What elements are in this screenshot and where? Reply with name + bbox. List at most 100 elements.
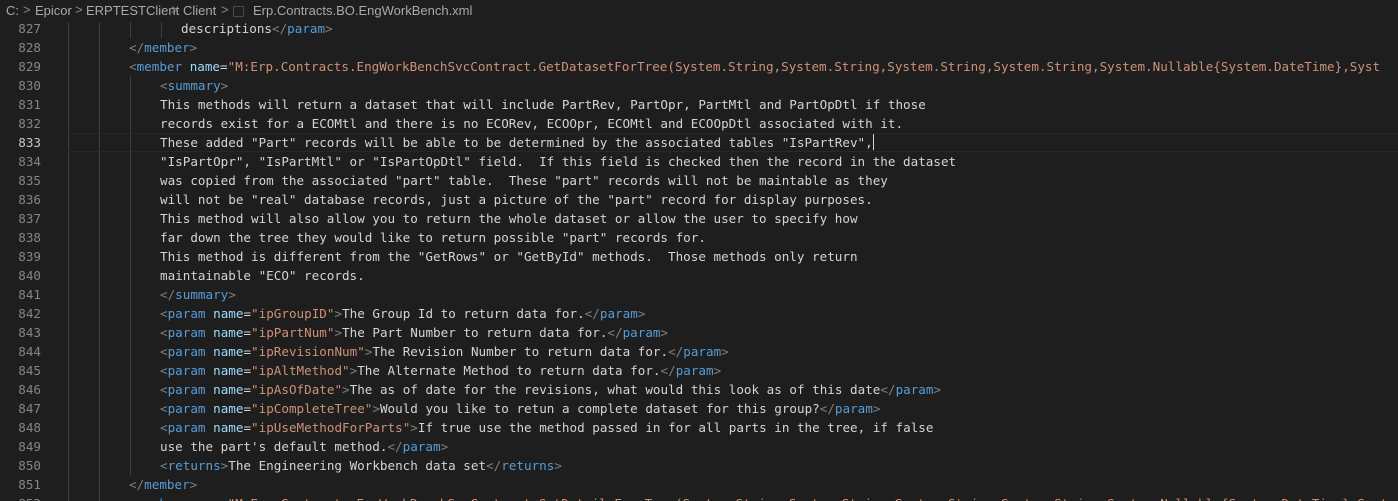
indent-guide <box>130 437 131 456</box>
token-punc: > <box>721 344 729 359</box>
token-tag: returns <box>167 458 221 473</box>
line-number: 851 <box>18 477 41 492</box>
token-attr: name <box>213 363 244 378</box>
token-punc: < <box>129 496 137 501</box>
code-line[interactable]: 835 was copied from the associated "part"… <box>0 171 1398 190</box>
chevron-right-icon: > <box>75 2 83 17</box>
token-punc: </ <box>584 306 600 321</box>
code-line[interactable]: 851 </member> <box>0 475 1398 494</box>
code-line[interactable]: 831 This methods will return a dataset th… <box>0 95 1398 114</box>
code-line[interactable]: 829 <member name="M:Erp.Contracts.EngWork… <box>0 57 1398 76</box>
code-text: <param name="ipGroupID">The Group Id to … <box>160 304 645 323</box>
breadcrumb-item-epicor[interactable]: Epicor <box>35 3 72 18</box>
token-punc: > <box>372 401 380 416</box>
code-text: </member> <box>129 38 197 57</box>
indent-guide <box>99 190 100 209</box>
code-line[interactable]: 850 <returns>The Engineering Workbench da… <box>0 456 1398 475</box>
indent-guide <box>130 418 131 437</box>
line-number: 847 <box>18 401 41 416</box>
code-line[interactable]: 849 use the part's default method.</param… <box>0 437 1398 456</box>
token-punc: > <box>872 401 881 416</box>
code-line[interactable]: 842 <param name="ipGroupID">The Group Id … <box>0 304 1398 323</box>
breadcrumb-item-file[interactable]: Erp.Contracts.BO.EngWorkBench.xml <box>253 3 472 18</box>
code-text: "IsPartOpr", "IsPartMtl" or "IsPartOpDtl… <box>160 152 956 171</box>
token-punc: > <box>342 382 350 397</box>
token-punc: > <box>334 306 343 321</box>
code-text: <member name="M:Erp.Contracts.EngWorkBen… <box>129 494 1388 501</box>
code-line[interactable]: 838 far down the tree they would like to … <box>0 228 1398 247</box>
indent-guide <box>99 494 100 501</box>
indent-guide <box>99 456 100 475</box>
code-line[interactable]: 837 This method will also allow you to re… <box>0 209 1398 228</box>
code-line[interactable]: 843 <param name="ipPartNum">The Part Numb… <box>0 323 1398 342</box>
breadcrumb-item-drive[interactable]: C: <box>6 3 19 18</box>
code-line[interactable]: 833 These added "Part" records will be ab… <box>0 133 1398 152</box>
code-line[interactable]: 839 This method is different from the "Ge… <box>0 247 1398 266</box>
line-number: 829 <box>18 59 41 74</box>
token-txt: This method will also allow you to retur… <box>160 211 858 226</box>
code-text: was copied from the associated "part" ta… <box>160 171 888 190</box>
code-line[interactable]: 852 <member name="M:Erp.Contracts.EngWork… <box>0 494 1398 501</box>
indent-guide <box>68 209 69 228</box>
indent-guide <box>68 323 69 342</box>
code-line[interactable]: 841 </summary> <box>0 285 1398 304</box>
token-txt: = <box>243 363 252 378</box>
code-text: This method will also allow you to retur… <box>160 209 858 228</box>
token-txt: far down the tree they would like to ret… <box>160 230 706 245</box>
indent-guide <box>130 76 131 95</box>
token-tag: param <box>167 363 206 378</box>
breadcrumb-item-client[interactable]: Client <box>183 3 216 18</box>
token-punc: </ <box>129 477 145 492</box>
token-punc: < <box>160 306 168 321</box>
code-text: This method is different from the "GetRo… <box>160 247 858 266</box>
token-punc: </ <box>607 325 623 340</box>
token-attr: name <box>189 59 221 74</box>
token-txt: = <box>243 401 252 416</box>
code-line[interactable]: 834 "IsPartOpr", "IsPartMtl" or "IsPartOp… <box>0 152 1398 171</box>
indent-guide <box>68 114 69 133</box>
line-number: 848 <box>18 420 41 435</box>
indent-guide <box>130 380 131 399</box>
code-text: records exist for a ECOMtl and there is … <box>160 114 903 133</box>
indent-guide <box>68 228 69 247</box>
token-txt: = <box>220 59 228 74</box>
code-text: These added "Part" records will be able … <box>160 133 874 152</box>
token-punc: > <box>660 325 669 340</box>
code-line[interactable]: 847 <param name="ipCompleteTree">Would yo… <box>0 399 1398 418</box>
token-punc: > <box>637 306 646 321</box>
code-line[interactable]: 832 records exist for a ECOMtl and there … <box>0 114 1398 133</box>
indent-guide <box>68 361 69 380</box>
line-number: 828 <box>18 40 41 55</box>
token-str: "ipPartNum" <box>251 325 335 340</box>
indent-guide <box>68 304 69 323</box>
indent-guide <box>99 323 100 342</box>
indent-guide <box>99 437 100 456</box>
indent-guide <box>99 285 100 304</box>
indent-guide <box>68 95 69 114</box>
code-editor[interactable]: C: > Epicor > ERPTESTClient > Client > E… <box>0 0 1398 501</box>
indent-guide <box>130 285 131 304</box>
token-txt: These added "Part" records will be able … <box>160 135 873 150</box>
indent-guide <box>130 456 131 475</box>
token-txt: was copied from the associated "part" ta… <box>160 173 888 188</box>
code-line[interactable]: 828 </member> <box>0 38 1398 57</box>
token-punc: </ <box>129 40 145 55</box>
indent-guide <box>130 114 131 133</box>
token-punc: < <box>160 344 168 359</box>
code-line[interactable]: 840 maintainable "ECO" records. <box>0 266 1398 285</box>
code-line[interactable]: 848 <param name="ipUseMethodForParts">If … <box>0 418 1398 437</box>
code-line[interactable]: 830 <summary> <box>0 76 1398 95</box>
code-line[interactable]: 836 will not be "real" database records, … <box>0 190 1398 209</box>
line-number: 846 <box>18 382 41 397</box>
line-number: 830 <box>18 78 41 93</box>
breadcrumb-item-erptestclient[interactable]: ERPTESTClient <box>86 3 179 18</box>
indent-guide <box>68 494 69 501</box>
code-line[interactable]: 845 <param name="ipAltMethod">The Alterna… <box>0 361 1398 380</box>
code-line[interactable]: 846 <param name="ipAsOfDate">The as of da… <box>0 380 1398 399</box>
code-area[interactable]: 827 descriptions</param> 828 </member> 829 <m… <box>0 19 1398 501</box>
code-line[interactable]: 844 <param name="ipRevisionNum">The Revis… <box>0 342 1398 361</box>
indent-guide <box>99 171 100 190</box>
token-attr: name <box>213 344 244 359</box>
